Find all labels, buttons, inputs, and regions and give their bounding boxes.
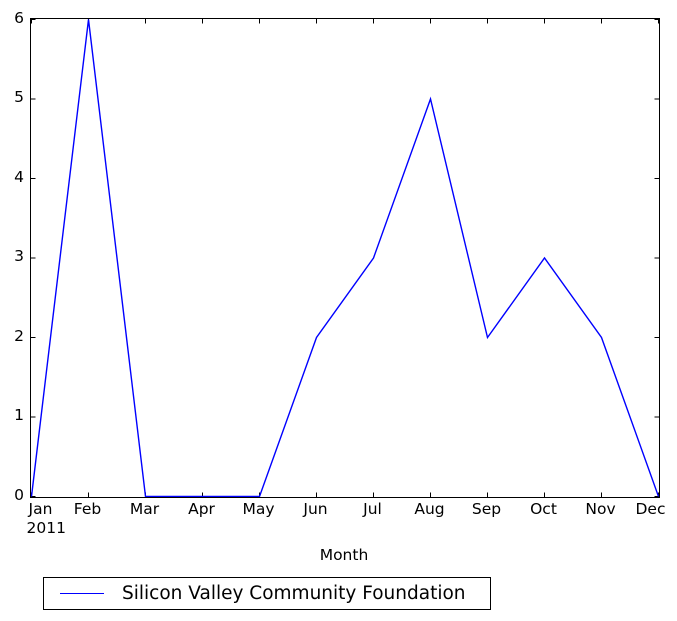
x-axis-tick-label: Aug: [414, 500, 445, 518]
chart-figure: 0123456 Jan 2011 Feb Mar Apr May Jun Jul Aug Sep O…: [0, 0, 677, 621]
x-axis-tick-label: Jun: [303, 500, 328, 518]
chart-legend: Silicon Valley Community Foundation: [43, 577, 491, 610]
x-axis-tick-label: Dec: [635, 500, 666, 518]
x-axis-tick-label: Feb: [73, 500, 102, 518]
legend-line-sample-icon: [60, 593, 104, 594]
x-axis-tick-label: May: [242, 500, 275, 518]
x-axis-tick-label: Apr: [188, 500, 215, 518]
x-axis-tick-label: Nov: [585, 500, 616, 518]
x-axis-tick-label: Oct: [530, 500, 557, 518]
x-axis-tick-label: Jul: [363, 500, 382, 518]
x-axis-tick-label: Sep: [471, 500, 502, 518]
legend-entry-label: Silicon Valley Community Foundation: [122, 582, 466, 604]
x-axis-year-label: 2011: [26, 519, 66, 537]
x-axis-title: Month: [319, 546, 369, 564]
x-axis-tick-label: Jan: [28, 500, 53, 518]
x-axis-tick-label: Mar: [129, 500, 160, 518]
x-axis-tick-labels: Jan 2011 Feb Mar Apr May Jun Jul Aug Sep Oct Nov Dec: [0, 0, 677, 621]
